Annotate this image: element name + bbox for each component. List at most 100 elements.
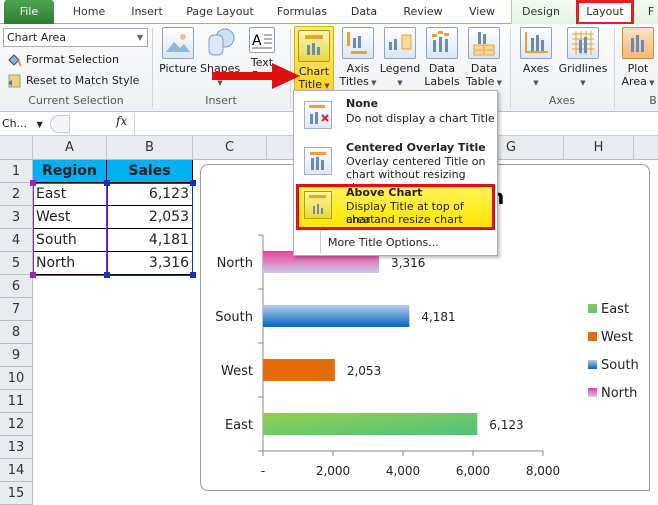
plot-area-button[interactable]: Plot Area ▼ [618, 27, 658, 90]
caret-icon: ▼ [533, 79, 539, 87]
range-handle[interactable] [30, 180, 36, 186]
x-tick-label: 8,000 [526, 464, 560, 478]
column-header-h[interactable]: H [564, 136, 634, 160]
gridlines-button[interactable]: Gridlines ▼ [558, 27, 608, 90]
row-header-11[interactable]: 11 [0, 390, 33, 413]
row-header-10[interactable]: 10 [0, 367, 33, 390]
picture-label: Picture [159, 62, 197, 75]
tab-format[interactable]: F [644, 0, 658, 24]
fx-icon[interactable]: fx [116, 114, 127, 128]
axis-titles-icon [342, 27, 374, 59]
bar-east [263, 413, 478, 435]
chart-title-label-1: Chart [298, 65, 330, 78]
cell-sales[interactable]: 4,181 [107, 229, 193, 252]
select-all-corner[interactable] [0, 136, 33, 160]
caret-icon: ▼ [397, 79, 403, 87]
row-header-5[interactable]: 5 [0, 252, 33, 275]
name-box[interactable]: Ch... ▼ [2, 115, 46, 133]
menu-item-centered-overlay-title[interactable]: Centered Overlay Title Overlay centered … [296, 139, 495, 194]
tab-data[interactable]: Data [344, 0, 384, 24]
axes-button[interactable]: Axes ▼ [516, 27, 556, 90]
row-header-12[interactable]: 12 [0, 413, 33, 436]
legend-label: Legend [379, 62, 421, 75]
range-handle[interactable] [190, 180, 196, 186]
range-handle[interactable] [30, 272, 36, 278]
data-table-label-2: Table [465, 75, 495, 88]
cell-b1-header[interactable]: Sales [107, 160, 193, 183]
row-header-2[interactable]: 2 [0, 183, 33, 206]
range-handle[interactable] [190, 272, 196, 278]
tab-view[interactable]: View [462, 0, 502, 24]
tab-page-layout[interactable]: Page Layout [180, 0, 260, 24]
name-box-value: Ch... [2, 117, 28, 130]
column-header-c[interactable]: C [193, 136, 267, 160]
row-header-4[interactable]: 4 [0, 229, 33, 252]
cell-region[interactable]: West [33, 206, 107, 229]
cell-region[interactable]: South [33, 229, 107, 252]
row-header-13[interactable]: 13 [0, 436, 33, 459]
axis-titles-label-2: Titles [339, 75, 369, 88]
formula-bar-expander[interactable] [50, 115, 70, 133]
row-header-3[interactable]: 3 [0, 206, 33, 229]
above-chart-icon [304, 191, 332, 219]
caret-icon: ▼ [321, 82, 330, 90]
data-label: 3,316 [391, 256, 425, 270]
menu-item-desc: area and resize chart [346, 213, 463, 226]
bar-west [263, 359, 335, 381]
range-handle[interactable] [104, 180, 110, 186]
shapes-icon [204, 27, 236, 59]
legend-button[interactable]: Legend ▼ [378, 27, 422, 90]
row-header-7[interactable]: 7 [0, 298, 33, 321]
legend-swatch-east [588, 304, 597, 313]
cell-sales[interactable]: 3,316 [107, 252, 193, 275]
cell-region[interactable]: East [33, 183, 107, 206]
cell-region[interactable]: North [33, 252, 107, 275]
tab-home[interactable]: Home [64, 0, 114, 24]
more-title-options[interactable]: More Title Options... [328, 236, 439, 249]
tab-review[interactable]: Review [398, 0, 448, 24]
row-header-15[interactable]: 15 [0, 482, 33, 505]
category-label: North [217, 256, 253, 271]
picture-button[interactable]: Picture [158, 27, 198, 75]
legend-label: East [601, 302, 629, 317]
reset-label: Reset to Match Style [26, 74, 140, 87]
data-label: 2,053 [347, 364, 381, 378]
data-labels-icon [426, 27, 458, 59]
menu-item-desc: Do not display a chart Title [346, 112, 495, 125]
tab-formulas[interactable]: Formulas [272, 0, 332, 24]
cell-sales[interactable]: 2,053 [107, 206, 193, 229]
row-header-14[interactable]: 14 [0, 459, 33, 482]
category-label: South [215, 310, 253, 325]
cell-sales[interactable]: 6,123 [107, 183, 193, 206]
row-header-8[interactable]: 8 [0, 321, 33, 344]
legend-swatch-north [588, 388, 597, 397]
menu-item-none[interactable]: None Do not display a chart Title [296, 95, 495, 139]
menu-item-above-chart[interactable]: Above Chart Display Title at top of char… [296, 184, 495, 230]
data-table-icon [468, 27, 500, 59]
group-separator [614, 28, 615, 108]
row-header-1[interactable]: 1 [0, 160, 33, 183]
menu-item-desc: Overlay centered Title on [346, 155, 486, 168]
tab-insert[interactable]: Insert [124, 0, 170, 24]
tab-design[interactable]: Design [516, 0, 566, 24]
row-header-6[interactable]: 6 [0, 275, 33, 298]
chart-element-combo[interactable]: Chart Area ▼ [3, 28, 148, 47]
cell-a1-header[interactable]: Region [33, 160, 107, 183]
reset-to-match-style-button[interactable]: Reset to Match Style [6, 72, 139, 90]
column-header-a[interactable]: A [33, 136, 107, 160]
gridlines-icon [567, 27, 599, 59]
no-title-icon [304, 101, 332, 129]
bar-south [263, 305, 410, 327]
data-table-button[interactable]: Data Table ▼ [464, 27, 504, 90]
range-handle[interactable] [104, 272, 110, 278]
column-header-b[interactable]: B [107, 136, 193, 160]
format-selection-button[interactable]: Format Selection [6, 51, 119, 69]
tab-file[interactable]: File [4, 0, 54, 24]
axis-titles-button[interactable]: Axis Titles ▼ [338, 27, 378, 90]
caret-icon: ▼ [494, 79, 503, 87]
category-label: East [225, 418, 253, 433]
reset-style-icon [8, 74, 21, 88]
tab-layout[interactable]: Layout [578, 0, 632, 24]
row-header-9[interactable]: 9 [0, 344, 33, 367]
chevron-down-icon: ▼ [36, 120, 43, 129]
